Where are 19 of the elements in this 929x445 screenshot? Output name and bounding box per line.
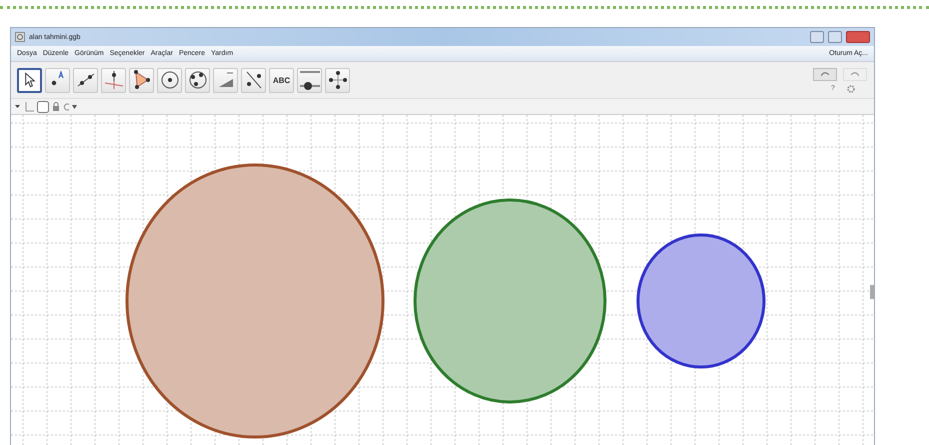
tool-button[interactable]	[17, 68, 42, 92]
maximize-button[interactable]	[828, 31, 842, 43]
undo-icon	[821, 72, 829, 76]
app-icon	[15, 32, 25, 42]
circle-icon	[158, 69, 180, 91]
grid-toggle-icon[interactable]	[37, 100, 49, 112]
redo-icon	[851, 72, 859, 76]
circle-through-points-icon	[186, 69, 208, 91]
dropdown-icon[interactable]	[15, 104, 21, 110]
move-view-icon	[326, 69, 348, 91]
resize-handle[interactable]	[870, 285, 874, 299]
capture-icon[interactable]	[63, 102, 77, 110]
settings-icon[interactable]	[846, 84, 855, 92]
text-tool-button[interactable]: ABC	[269, 68, 294, 92]
perpendicular-lines-icon	[102, 69, 124, 91]
lock-icon[interactable]	[52, 102, 60, 111]
minimize-button[interactable]	[810, 31, 824, 43]
undo-button[interactable]	[813, 68, 837, 80]
slider-icon	[298, 69, 320, 91]
